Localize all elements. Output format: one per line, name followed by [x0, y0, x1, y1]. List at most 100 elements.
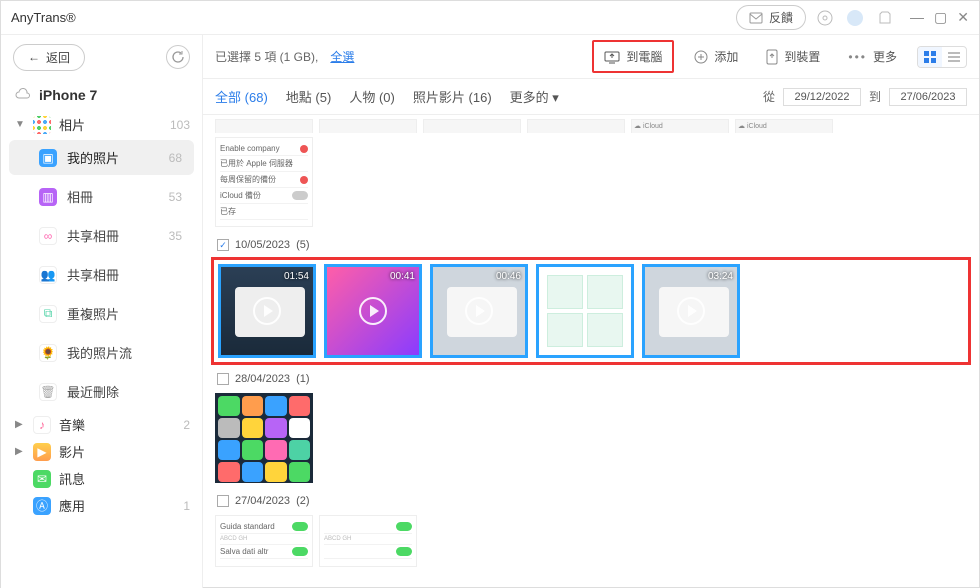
- to-pc-button[interactable]: 到電腦: [592, 40, 674, 73]
- play-icon: [677, 297, 705, 325]
- cloud-icon: [15, 87, 31, 103]
- date-from-input[interactable]: 29/12/2022: [783, 88, 861, 106]
- close-icon[interactable]: ✕: [957, 9, 969, 26]
- group-header[interactable]: ✓ 10/05/2023 (5): [211, 235, 971, 255]
- thumb[interactable]: [215, 119, 313, 133]
- view-toggle: [917, 46, 967, 68]
- sidebar-group-photos[interactable]: ▼ 相片 103: [1, 111, 202, 138]
- thumb[interactable]: [527, 119, 625, 133]
- to-device-button[interactable]: 到裝置: [758, 44, 828, 69]
- sidebar-item-shared-2[interactable]: 👥 共享相冊: [9, 257, 194, 292]
- add-button[interactable]: 添加: [686, 44, 746, 69]
- selected-group: 01:54 00:41 00:46: [211, 257, 971, 365]
- copy-icon: ⧉: [39, 305, 57, 323]
- list-icon: [948, 51, 960, 63]
- content: 已選擇 5 項 (1 GB), 全選 到電腦 添加 到裝置 ••• 更多: [203, 35, 979, 588]
- arrow-left-icon: ←: [28, 50, 40, 64]
- picture-icon: ▣: [39, 149, 57, 167]
- thumb[interactable]: [423, 119, 521, 133]
- group-header[interactable]: 28/04/2023 (1): [211, 369, 971, 389]
- plus-circle-icon: [694, 50, 708, 64]
- pc-icon: [604, 50, 620, 64]
- filterbar: 全部 (68) 地點 (5) 人物 (0) 照片影片 (16) 更多的 ▾ 從 …: [203, 79, 979, 115]
- tab-people[interactable]: 人物 (0): [349, 87, 395, 106]
- video-thumb[interactable]: 00:46: [430, 264, 528, 358]
- back-button[interactable]: ← 返回: [13, 44, 85, 71]
- caret-down-icon: ▼: [15, 119, 25, 130]
- tab-all[interactable]: 全部 (68): [215, 87, 268, 106]
- thumb[interactable]: [215, 393, 313, 483]
- thumb[interactable]: ☁︎ iCloud: [631, 119, 729, 133]
- user-icon[interactable]: [844, 7, 866, 29]
- sidebar-group-apps[interactable]: ▶ Ⓐ 應用 1: [1, 492, 202, 519]
- thumb-row: [211, 389, 971, 487]
- video-icon: ▶: [33, 443, 51, 461]
- app-name: AnyTrans®: [11, 10, 76, 25]
- tab-places[interactable]: 地點 (5): [286, 87, 332, 106]
- video-thumb[interactable]: 03:24: [642, 264, 740, 358]
- mail-icon: [749, 12, 763, 24]
- sidebar: ← 返回 iPhone 7 ▼ 相片 103 ▣ 我的照片 68 ▥ 相冊 53: [1, 35, 203, 588]
- feedback-button[interactable]: 反饋: [736, 5, 806, 30]
- trash-icon: 🗑: [39, 383, 57, 401]
- sidebar-item-photostream[interactable]: 🌻 我的照片流: [9, 335, 194, 370]
- video-thumb[interactable]: 00:41: [324, 264, 422, 358]
- sidebar-item-my-photos[interactable]: ▣ 我的照片 68: [9, 140, 194, 175]
- share-icon: ∞: [39, 227, 57, 245]
- thumb[interactable]: ☁︎ iCloud: [735, 119, 833, 133]
- more-button[interactable]: ••• 更多: [840, 44, 905, 69]
- list-view-button[interactable]: [942, 47, 966, 67]
- checkbox-icon[interactable]: [217, 373, 229, 385]
- cart-icon[interactable]: [874, 7, 896, 29]
- gallery: ☁︎ iCloud ☁︎ iCloud Enable company 已用於 A…: [203, 115, 979, 588]
- maximize-icon[interactable]: ▢: [934, 9, 947, 26]
- titlebar: AnyTrans® 反饋 — ▢ ✕: [1, 1, 979, 35]
- people-icon: 👥: [39, 266, 57, 284]
- caret-right-icon: ▶: [15, 446, 25, 457]
- toolbar: 已選擇 5 項 (1 GB), 全選 到電腦 添加 到裝置 ••• 更多: [203, 35, 979, 79]
- refresh-button[interactable]: [166, 45, 190, 69]
- music-icon: ♪: [33, 416, 51, 434]
- device-icon: [766, 49, 778, 65]
- date-to-input[interactable]: 27/06/2023: [889, 88, 967, 106]
- sidebar-group-videos[interactable]: ▶ ▶ 影片: [1, 438, 202, 465]
- photo-thumb[interactable]: [536, 264, 634, 358]
- app-store-icon: Ⓐ: [33, 497, 51, 515]
- minimize-icon[interactable]: —: [910, 9, 924, 26]
- device-name[interactable]: iPhone 7: [1, 79, 202, 111]
- thumb-row: Guida standard ABCD GH Salva dati altr A…: [211, 511, 971, 571]
- message-icon: ✉: [33, 470, 51, 488]
- caret-right-icon: ▶: [15, 419, 25, 430]
- dots-icon: •••: [848, 50, 867, 64]
- album-icon: ▥: [39, 188, 57, 206]
- checkbox-icon[interactable]: [217, 495, 229, 507]
- chevron-down-icon: ▾: [552, 90, 559, 105]
- thumb-row: Enable company 已用於 Apple 伺服器 每周保留的備份 iCl…: [211, 133, 971, 231]
- thumb[interactable]: ABCD GH: [319, 515, 417, 567]
- sunflower-icon: 🌻: [39, 344, 57, 362]
- sidebar-item-duplicates[interactable]: ⧉ 重複照片: [9, 296, 194, 331]
- group-header[interactable]: 27/04/2023 (2): [211, 491, 971, 511]
- thumb[interactable]: Guida standard ABCD GH Salva dati altr: [215, 515, 313, 567]
- tab-photos-videos[interactable]: 照片影片 (16): [413, 87, 492, 106]
- sidebar-group-messages[interactable]: ▶ ✉ 訊息: [1, 465, 202, 492]
- thumb[interactable]: Enable company 已用於 Apple 伺服器 每周保留的備份 iCl…: [215, 137, 313, 227]
- play-icon: [253, 297, 281, 325]
- window-controls: — ▢ ✕: [910, 9, 969, 26]
- photos-icon: [33, 116, 51, 134]
- sidebar-item-shared-1[interactable]: ∞ 共享相冊 35: [9, 218, 194, 253]
- sidebar-item-recently-deleted[interactable]: 🗑 最近刪除: [9, 374, 194, 409]
- grid-view-button[interactable]: [918, 47, 942, 67]
- selection-info: 已選擇 5 項 (1 GB),: [215, 48, 318, 65]
- sidebar-item-albums[interactable]: ▥ 相冊 53: [9, 179, 194, 214]
- video-thumb[interactable]: 01:54: [218, 264, 316, 358]
- thumb[interactable]: [319, 119, 417, 133]
- date-range: 從 29/12/2022 到 27/06/2023: [763, 88, 967, 106]
- thumb-row: ☁︎ iCloud ☁︎ iCloud: [211, 115, 971, 133]
- play-icon: [465, 297, 493, 325]
- select-all-link[interactable]: 全選: [330, 48, 354, 65]
- checkbox-icon[interactable]: ✓: [217, 239, 229, 251]
- tab-more[interactable]: 更多的 ▾: [510, 87, 559, 106]
- sidebar-group-music[interactable]: ▶ ♪ 音樂 2: [1, 411, 202, 438]
- help-icon[interactable]: [814, 7, 836, 29]
